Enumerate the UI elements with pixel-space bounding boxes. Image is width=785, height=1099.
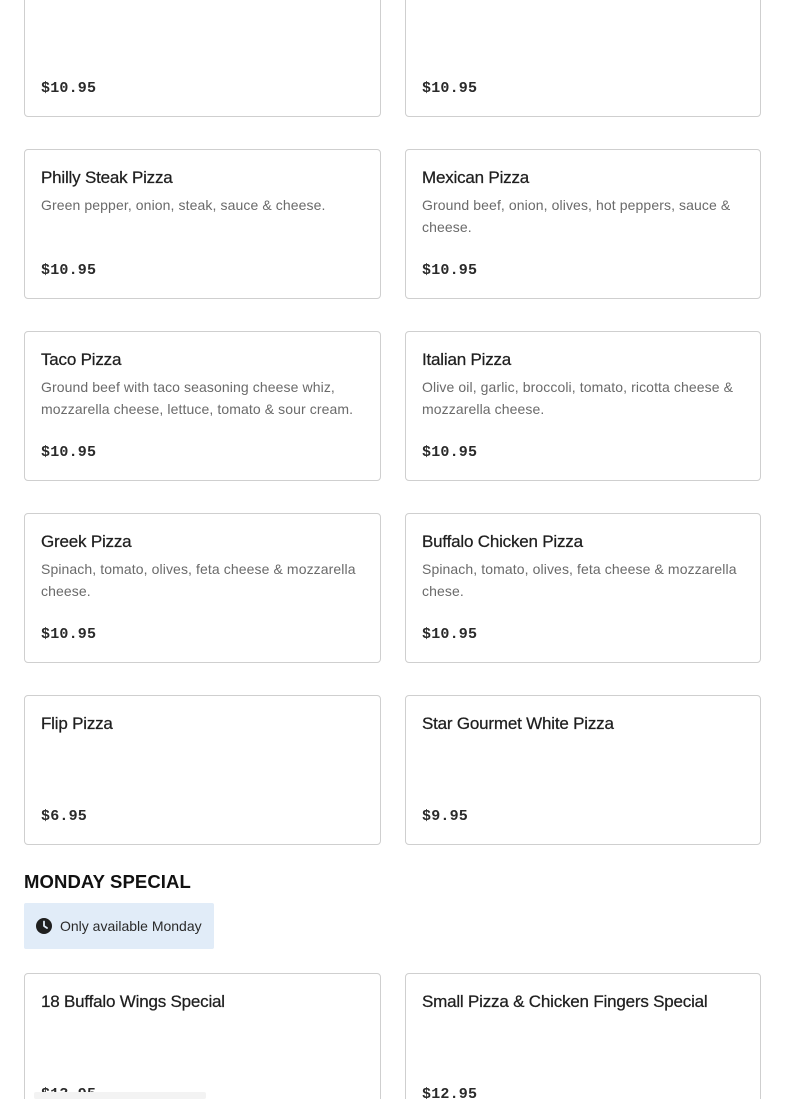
- menu-item-description: Ground beef, onion, olives, hot peppers,…: [422, 197, 731, 235]
- menu-item-name: Mexican Pizza: [422, 168, 529, 187]
- menu-grid: $10.95 $10.95 Philly Steak Pizza Green p…: [24, 0, 761, 845]
- menu-item-price: $10.95: [422, 262, 478, 279]
- menu-item-description: Spinach, tomato, olives, feta cheese & m…: [41, 561, 356, 599]
- menu-item-name: Philly Steak Pizza: [41, 168, 173, 187]
- menu-item-name: Taco Pizza: [41, 350, 122, 369]
- menu-item-price: $6.95: [41, 808, 88, 825]
- menu-item-price: $10.95: [422, 626, 478, 643]
- menu-page: $10.95 $10.95 Philly Steak Pizza Green p…: [24, 0, 761, 1099]
- next-section-placeholder: [34, 1092, 206, 1099]
- menu-item-card[interactable]: Philly Steak Pizza Green pepper, onion, …: [24, 149, 381, 299]
- menu-item-name: Star Gourmet White Pizza: [422, 714, 614, 733]
- availability-text: Only available Monday: [60, 918, 202, 934]
- clock-icon: [36, 918, 52, 934]
- menu-item-card[interactable]: Flip Pizza $6.95: [24, 695, 381, 845]
- menu-item-name: Greek Pizza: [41, 532, 132, 551]
- section-title: MONDAY SPECIAL: [24, 871, 191, 892]
- menu-item-name: Flip Pizza: [41, 714, 113, 733]
- menu-item-card[interactable]: Buffalo Chicken Pizza Spinach, tomato, o…: [405, 513, 761, 663]
- menu-item-price: $12.95: [422, 1086, 478, 1099]
- menu-item-card[interactable]: 18 Buffalo Wings Special $13.95: [24, 973, 381, 1099]
- special-grid: 18 Buffalo Wings Special $13.95 Small Pi…: [24, 973, 761, 1099]
- menu-item-name: 18 Buffalo Wings Special: [41, 992, 225, 1011]
- menu-item-name: Buffalo Chicken Pizza: [422, 532, 583, 551]
- menu-item-price: $10.95: [41, 444, 97, 461]
- menu-item-price: $10.95: [41, 626, 97, 643]
- menu-item-card[interactable]: Star Gourmet White Pizza $9.95: [405, 695, 761, 845]
- availability-badge: Only available Monday: [24, 903, 214, 949]
- menu-item-name: Small Pizza & Chicken Fingers Special: [422, 992, 708, 1011]
- menu-item-card[interactable]: Small Pizza & Chicken Fingers Special $1…: [405, 973, 761, 1099]
- menu-item-price: $9.95: [422, 808, 469, 825]
- menu-item-description: Green pepper, onion, steak, sauce & chee…: [41, 197, 326, 213]
- menu-item-name: Italian Pizza: [422, 350, 512, 369]
- menu-item-price: $10.95: [422, 80, 478, 97]
- menu-item-description: Spinach, tomato, olives, feta cheese & m…: [422, 561, 737, 599]
- menu-item-card[interactable]: $10.95: [405, 0, 761, 117]
- menu-item-price: $10.95: [41, 262, 97, 279]
- menu-item-description: Olive oil, garlic, broccoli, tomato, ric…: [422, 379, 734, 417]
- menu-item-card[interactable]: Greek Pizza Spinach, tomato, olives, fet…: [24, 513, 381, 663]
- menu-item-price: $10.95: [422, 444, 478, 461]
- menu-item-card[interactable]: $10.95: [24, 0, 381, 117]
- menu-item-card[interactable]: Taco Pizza Ground beef with taco seasoni…: [24, 331, 381, 481]
- menu-item-description: Ground beef with taco seasoning cheese w…: [41, 379, 354, 417]
- menu-item-card[interactable]: Mexican Pizza Ground beef, onion, olives…: [405, 149, 761, 299]
- menu-item-price: $10.95: [41, 80, 97, 97]
- menu-item-card[interactable]: Italian Pizza Olive oil, garlic, broccol…: [405, 331, 761, 481]
- monday-special-section: MONDAY SPECIAL Only available Monday 18 …: [24, 871, 761, 1099]
